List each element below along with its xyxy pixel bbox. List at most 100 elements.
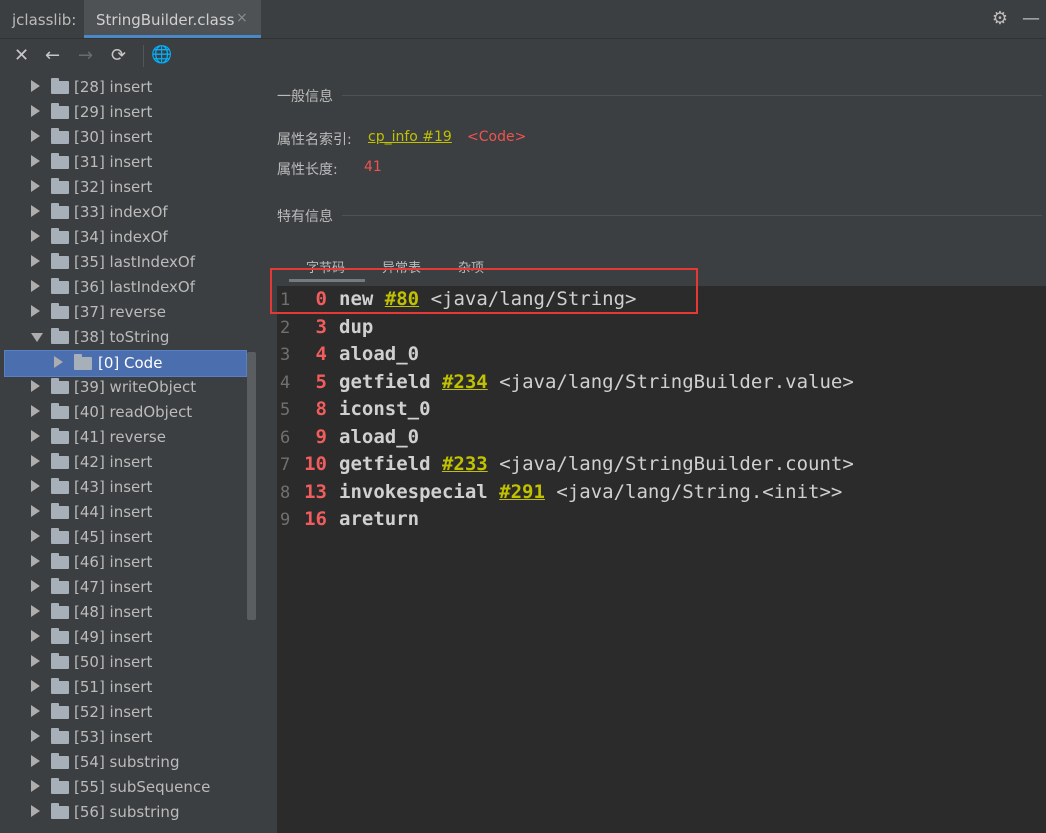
tree-item-label: [38] toString <box>74 328 170 346</box>
chevron-right-icon[interactable] <box>31 655 40 667</box>
chevron-right-icon[interactable] <box>31 380 40 392</box>
tree-item[interactable]: [47] insert <box>0 575 245 600</box>
tree-item[interactable]: [40] readObject <box>0 400 245 425</box>
name-index-link[interactable]: cp_info #19 <box>368 129 452 145</box>
tree-item-label: [30] insert <box>74 128 153 146</box>
chevron-right-icon[interactable] <box>31 305 40 317</box>
folder-icon <box>51 203 69 219</box>
tree-item[interactable]: [48] insert <box>0 600 245 625</box>
tree-item[interactable]: [28] insert <box>0 75 245 100</box>
chevron-down-icon[interactable] <box>31 333 43 342</box>
tree-item-label: [47] insert <box>74 578 153 596</box>
constant-pool-ref-link[interactable]: #234 <box>442 371 488 393</box>
tree-item[interactable]: [45] insert <box>0 525 245 550</box>
chevron-right-icon[interactable] <box>31 680 40 692</box>
tree-item[interactable]: [52] insert <box>0 700 245 725</box>
chevron-right-icon[interactable] <box>31 255 40 267</box>
close-icon[interactable]: ✕ <box>14 45 29 66</box>
tree-item[interactable]: [46] insert <box>0 550 245 575</box>
globe-icon[interactable]: 🌐 <box>151 45 172 65</box>
tree-item[interactable]: [41] reverse <box>0 425 245 450</box>
chevron-right-icon[interactable] <box>31 580 40 592</box>
tree-item[interactable]: [29] insert <box>0 100 245 125</box>
folder-icon <box>51 153 69 169</box>
chevron-right-icon[interactable] <box>31 205 40 217</box>
tree-item[interactable]: [35] lastIndexOf <box>0 250 245 275</box>
chevron-right-icon[interactable] <box>31 755 40 767</box>
chevron-right-icon[interactable] <box>31 505 40 517</box>
bytecode-offset: 5 <box>315 370 327 393</box>
bytecode-pane[interactable]: 1 0 new #80 <java/lang/String> 2 3 dup 3 4 aload… <box>277 286 1046 833</box>
chevron-right-icon[interactable] <box>31 630 40 642</box>
tree-item-label: [54] substring <box>74 753 180 771</box>
bytecode-instruction: getfield #233 <java/lang/StringBuilder.c… <box>339 453 854 475</box>
chevron-right-icon[interactable] <box>31 130 40 142</box>
tab-stringbuilder-class[interactable]: StringBuilder.class × <box>84 0 261 38</box>
bytecode-offset: 3 <box>315 315 327 338</box>
chevron-right-icon[interactable] <box>31 530 40 542</box>
tree-item-label: [35] lastIndexOf <box>74 253 195 271</box>
tree-item[interactable]: [50] insert <box>0 650 245 675</box>
chevron-right-icon[interactable] <box>31 405 40 417</box>
tree-item[interactable]: [30] insert <box>0 125 245 150</box>
tree-item[interactable]: [33] indexOf <box>0 200 245 225</box>
opcode: invokespecial <box>339 480 488 503</box>
refresh-icon[interactable]: ⟳ <box>111 45 126 66</box>
tree-item[interactable]: [32] insert <box>0 175 245 200</box>
folder-icon <box>51 778 69 794</box>
back-arrow-icon[interactable]: ← <box>45 45 60 66</box>
chevron-right-icon[interactable] <box>31 555 40 567</box>
chevron-right-icon[interactable] <box>54 356 63 368</box>
tree-scrollbar[interactable] <box>247 352 256 620</box>
tree-item[interactable]: [37] reverse <box>0 300 245 325</box>
folder-icon <box>51 178 69 194</box>
bytecode-instruction: aload_0 <box>339 343 419 365</box>
bytecode-comment: <java/lang/String.<init>> <box>556 480 843 503</box>
tree-item[interactable]: [34] indexOf <box>0 225 245 250</box>
bytecode-offset: 13 <box>304 480 327 503</box>
chevron-right-icon[interactable] <box>31 230 40 242</box>
close-icon[interactable]: × <box>236 10 248 26</box>
tree-item[interactable]: [51] insert <box>0 675 245 700</box>
tree-item[interactable]: [0] Code <box>4 350 247 377</box>
tree-item[interactable]: [36] lastIndexOf <box>0 275 245 300</box>
chevron-right-icon[interactable] <box>31 80 40 92</box>
tree-item-label: [53] insert <box>74 728 153 746</box>
tree-item-label: [39] writeObject <box>74 378 197 396</box>
tree-item[interactable]: [42] insert <box>0 450 245 475</box>
minimize-icon[interactable]: — <box>1022 8 1040 29</box>
chevron-right-icon[interactable] <box>31 480 40 492</box>
tree-item[interactable]: [55] subSequence <box>0 775 245 800</box>
bytecode-offset: 9 <box>315 425 327 448</box>
opcode: getfield <box>339 453 431 475</box>
chevron-right-icon[interactable] <box>31 605 40 617</box>
tree-item[interactable]: [49] insert <box>0 625 245 650</box>
tree-item-label: [34] indexOf <box>74 228 168 246</box>
bytecode-line: 5 8 iconst_0 <box>277 398 1037 426</box>
forward-arrow-icon[interactable]: → <box>78 45 93 66</box>
chevron-right-icon[interactable] <box>31 805 40 817</box>
constant-pool-ref-link[interactable]: #233 <box>442 453 488 475</box>
tree-item[interactable]: [53] insert <box>0 725 245 750</box>
chevron-right-icon[interactable] <box>31 280 40 292</box>
chevron-right-icon[interactable] <box>31 180 40 192</box>
tree-item[interactable]: [56] substring <box>0 800 245 825</box>
tree-item[interactable]: [39] writeObject <box>0 375 245 400</box>
chevron-right-icon[interactable] <box>31 455 40 467</box>
bytecode-instruction: areturn <box>339 508 419 530</box>
tree-item[interactable]: [54] substring <box>0 750 245 775</box>
folder-icon <box>51 703 69 719</box>
chevron-right-icon[interactable] <box>31 155 40 167</box>
chevron-right-icon[interactable] <box>31 705 40 717</box>
chevron-right-icon[interactable] <box>31 105 40 117</box>
chevron-right-icon[interactable] <box>31 730 40 742</box>
gear-icon[interactable]: ⚙ <box>992 8 1008 29</box>
tree-item[interactable]: [38] toString <box>0 325 245 350</box>
tree-item[interactable]: [44] insert <box>0 500 245 525</box>
bytecode-line: 3 4 aload_0 <box>277 343 1037 371</box>
tree-item[interactable]: [43] insert <box>0 475 245 500</box>
chevron-right-icon[interactable] <box>31 780 40 792</box>
tree-item[interactable]: [31] insert <box>0 150 245 175</box>
constant-pool-ref-link[interactable]: #291 <box>499 481 545 503</box>
chevron-right-icon[interactable] <box>31 430 40 442</box>
